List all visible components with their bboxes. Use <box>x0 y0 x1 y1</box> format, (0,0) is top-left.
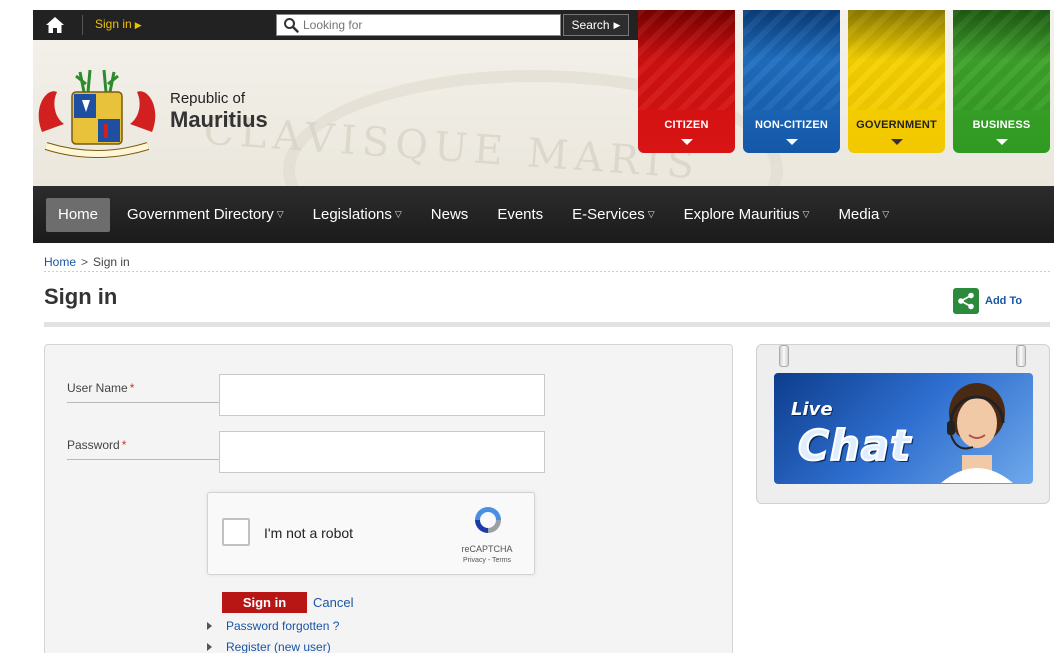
password-forgotten-link[interactable]: Password forgotten ? <box>207 619 339 633</box>
topbar-signin-label: Sign in <box>95 17 132 31</box>
category-tile-government[interactable]: GOVERNMENT <box>848 10 945 153</box>
breadcrumb-home-link[interactable]: Home <box>44 255 76 269</box>
nav-item-home[interactable]: Home <box>46 197 111 232</box>
caret-down-icon: ▽ <box>394 209 402 219</box>
utility-bar: Sign in▶ Search ▶ <box>33 10 638 40</box>
chevron-right-icon: ▶ <box>613 19 621 30</box>
nav-item-legislations[interactable]: Legislations ▽ <box>301 198 414 232</box>
register-link[interactable]: Register (new user) <box>207 640 331 653</box>
caret-down-icon <box>785 139 798 145</box>
password-label-text: Password <box>67 438 120 452</box>
caret-down-icon: ▽ <box>276 209 284 219</box>
page: CLAVISQUE MARIS Sign in▶ Search ▶ <box>0 0 1054 653</box>
coat-of-arms-logo[interactable] <box>32 62 162 162</box>
add-to-label: Add To <box>985 295 1023 307</box>
category-label: CITIZEN <box>664 119 709 131</box>
main-navigation: Home Government Directory ▽ Legislations ▽… <box>33 186 1054 243</box>
nav-label: Legislations <box>312 206 392 223</box>
topbar-signin-link[interactable]: Sign in ▶ <box>95 17 142 31</box>
password-label: Password * <box>67 438 126 452</box>
caret-down-icon: ▽ <box>882 209 890 219</box>
category-label: BUSINESS <box>972 119 1031 131</box>
category-label: GOVERNMENT <box>856 119 937 131</box>
username-label: User Name * <box>67 381 134 395</box>
nav-label: Events <box>497 206 544 223</box>
search-icon <box>284 18 299 33</box>
caret-down-icon <box>995 139 1008 145</box>
nav-label: Government Directory <box>127 206 274 223</box>
recaptcha-widget: I'm not a robot reCAPTCHA Privacy - Term… <box>207 492 535 575</box>
live-chat-chat-text: Chat <box>797 420 912 471</box>
category-tile-non-citizen[interactable]: NON-CITIZEN <box>743 10 840 153</box>
business-photo <box>953 10 1050 110</box>
chevron-right-icon: ▶ <box>134 20 142 30</box>
bullet-icon <box>207 622 212 630</box>
caret-down-icon <box>890 139 903 145</box>
live-chat-banner[interactable]: Live Chat <box>774 373 1033 484</box>
bullet-icon <box>207 643 212 651</box>
recaptcha-icon <box>475 507 501 533</box>
search-box <box>276 14 561 36</box>
breadcrumb-separator: > <box>81 255 89 269</box>
category-tile-citizen[interactable]: CITIZEN <box>638 10 735 153</box>
signin-form: User Name * Password * I'm not a robot reC… <box>44 344 733 653</box>
cancel-link[interactable]: Cancel <box>313 595 353 610</box>
live-chat-widget: Live Chat <box>756 344 1050 504</box>
pin-icon <box>1016 345 1026 367</box>
brand-title: Mauritius <box>170 107 268 132</box>
page-title: Sign in <box>44 284 118 309</box>
nav-item-events[interactable]: Events <box>485 198 555 232</box>
search-button-label: Search <box>571 18 610 32</box>
divider <box>44 271 1050 272</box>
brand-subtitle: Republic of <box>170 90 246 107</box>
share-icon <box>953 288 979 314</box>
search-input[interactable] <box>303 18 553 32</box>
nav-item-media[interactable]: Media ▽ <box>826 198 901 232</box>
username-field[interactable] <box>219 374 545 416</box>
required-marker: * <box>121 438 127 452</box>
password-field[interactable] <box>219 431 545 473</box>
signin-button[interactable]: Sign in <box>222 592 307 613</box>
search-button[interactable]: Search ▶ <box>563 14 629 36</box>
category-tile-business[interactable]: BUSINESS <box>953 10 1050 153</box>
username-row: User Name * <box>67 359 545 416</box>
nav-item-e-services[interactable]: E-Services ▽ <box>560 198 666 232</box>
divider <box>44 322 1050 327</box>
category-label: NON-CITIZEN <box>754 119 829 131</box>
home-icon[interactable] <box>45 16 65 34</box>
nav-item-news[interactable]: News <box>419 198 481 232</box>
add-to-button[interactable]: Add To <box>953 288 1022 314</box>
username-label-text: User Name <box>67 381 128 395</box>
password-row: Password * <box>67 416 545 473</box>
live-chat-live-text: Live <box>791 399 833 420</box>
recaptcha-checkbox[interactable] <box>222 518 250 546</box>
breadcrumb: Home > Sign in <box>44 255 130 269</box>
recaptcha-privacy-terms[interactable]: Privacy - Terms <box>452 557 522 564</box>
breadcrumb-current: Sign in <box>93 255 130 269</box>
caret-down-icon <box>680 139 693 145</box>
government-photo <box>848 10 945 110</box>
required-marker: * <box>129 381 135 395</box>
citizen-photo <box>638 10 735 110</box>
divider <box>82 15 83 35</box>
nav-label: News <box>430 206 469 223</box>
register-label: Register (new user) <box>226 640 331 653</box>
pin-icon <box>779 345 789 367</box>
nav-label: Home <box>58 206 99 223</box>
recaptcha-brand: reCAPTCHA <box>461 544 513 554</box>
non-citizen-photo <box>743 10 840 110</box>
nav-label: Media <box>838 206 880 223</box>
nav-item-government-directory[interactable]: Government Directory ▽ <box>115 198 296 232</box>
caret-down-icon: ▽ <box>647 209 655 219</box>
nav-label: E-Services <box>572 206 645 223</box>
support-agent-image <box>941 383 1013 483</box>
password-forgotten-label: Password forgotten ? <box>226 619 340 633</box>
nav-label: Explore Mauritius <box>683 206 800 223</box>
caret-down-icon: ▽ <box>802 209 810 219</box>
nav-item-explore-mauritius[interactable]: Explore Mauritius ▽ <box>672 198 822 232</box>
recaptcha-label: I'm not a robot <box>264 525 354 541</box>
